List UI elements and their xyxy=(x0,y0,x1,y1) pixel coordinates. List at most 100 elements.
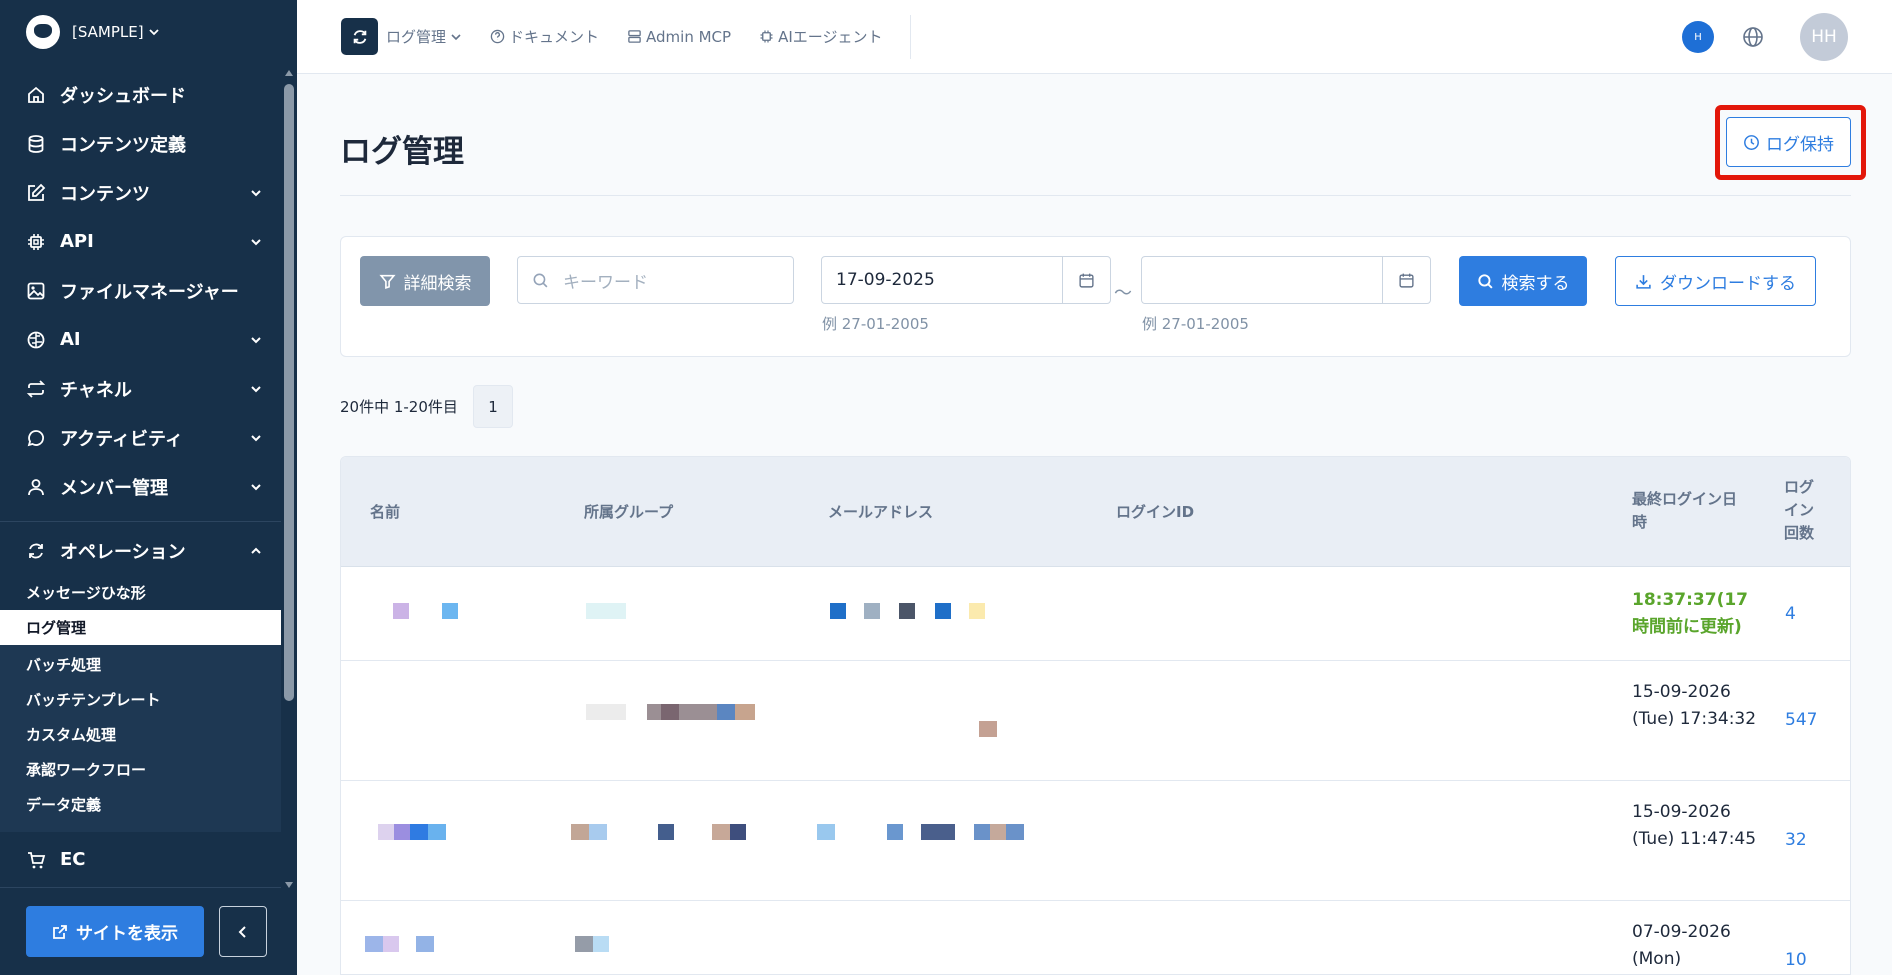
chevron-down-icon xyxy=(249,186,263,200)
user-icon xyxy=(26,477,46,497)
sidebar-item-ec[interactable]: EC xyxy=(0,832,297,887)
sidebar-item-dashboard[interactable]: ダッシュボード xyxy=(0,70,297,119)
home-icon xyxy=(26,85,46,105)
login-count-link[interactable]: 10 xyxy=(1785,947,1807,974)
scroll-down-arrow-icon[interactable] xyxy=(285,882,293,888)
sidebar-item-content-definition[interactable]: コンテンツ定義 xyxy=(0,119,297,168)
sidebar-subitem-message-template[interactable]: メッセージひな形 xyxy=(0,575,297,610)
login-count-link[interactable]: 32 xyxy=(1785,827,1807,854)
chip-icon xyxy=(26,232,46,252)
chevron-down-icon xyxy=(249,480,263,494)
collapse-sidebar-button[interactable] xyxy=(219,906,267,957)
sidebar-item-members[interactable]: メンバー管理 xyxy=(0,462,297,511)
chevron-down-icon xyxy=(249,431,263,445)
calendar-icon xyxy=(1399,273,1414,288)
sidebar: [SAMPLE] ダッシュボード コンテンツ定義 コンテンツ API ファイルマ… xyxy=(0,0,297,975)
column-header-login-id[interactable]: ログインID xyxy=(1116,501,1194,524)
sidebar-scrollbar[interactable] xyxy=(281,64,297,894)
topbar-current-menu[interactable]: ログ管理 xyxy=(386,26,462,47)
topbar-docs-link[interactable]: ドキュメント xyxy=(490,26,599,47)
chevron-left-icon xyxy=(238,925,246,938)
sidebar-subitem-log-management[interactable]: ログ管理 xyxy=(0,610,281,645)
column-header-name[interactable]: 名前 xyxy=(370,501,400,524)
scrollbar-thumb[interactable] xyxy=(284,84,294,701)
keyword-search-input[interactable]: キーワード xyxy=(517,256,794,304)
sidebar-item-channel[interactable]: チャネル xyxy=(0,364,297,413)
sidebar-subitem-approval-workflow[interactable]: 承認ワークフロー xyxy=(0,752,281,787)
image-icon xyxy=(26,281,46,301)
date-to-calendar-button[interactable] xyxy=(1382,257,1430,303)
column-header-last-login[interactable]: 最終ログイン日時 xyxy=(1632,488,1750,534)
search-button[interactable]: 検索する xyxy=(1459,256,1587,306)
search-filter-panel: 詳細検索 キーワード 17-09-2025 例 27-01-2005 ～ 例 2… xyxy=(340,236,1851,357)
sidebar-subgroup: バッチ処理 バッチテンプレート カスタム処理 承認ワークフロー データ定義 xyxy=(0,645,281,832)
topbar-separator xyxy=(910,14,912,59)
keyword-placeholder: キーワード xyxy=(563,272,648,293)
table-row[interactable]: 07-09-2026 (Mon) 10 xyxy=(341,901,1850,974)
redacted-group xyxy=(571,824,589,840)
table-row[interactable]: 18:37:37(17時間前に更新) 4 xyxy=(341,568,1850,661)
last-login-cell: 15-09-2026 (Tue) 17:34:32 xyxy=(1632,682,1757,729)
column-header-login-count[interactable]: ログイン回数 xyxy=(1784,476,1820,545)
user-avatar[interactable]: HH xyxy=(1800,13,1848,61)
project-switcher[interactable]: [SAMPLE] xyxy=(72,23,160,41)
redacted-group xyxy=(712,824,730,840)
date-from-calendar-button[interactable] xyxy=(1062,257,1110,303)
view-site-button[interactable]: サイトを表示 xyxy=(26,906,204,957)
topbar: ログ管理 ドキュメント Admin MCP AIエージェント H HH xyxy=(297,0,1892,74)
redacted-group xyxy=(593,936,609,952)
repeat-icon xyxy=(26,379,46,399)
redacted-email xyxy=(974,824,990,840)
sidebar-item-contents[interactable]: コンテンツ xyxy=(0,168,297,217)
cart-icon xyxy=(26,850,46,870)
table-row[interactable]: 15-09-2026 (Tue) 17:34:32 547 xyxy=(341,661,1850,781)
topbar-app-icon[interactable] xyxy=(341,18,378,55)
sidebar-item-file-manager[interactable]: ファイルマネージャー xyxy=(0,266,297,315)
topbar-ai-agent-link[interactable]: AIエージェント xyxy=(759,26,882,47)
sidebar-item-api[interactable]: API xyxy=(0,217,297,266)
date-to-field[interactable] xyxy=(1141,256,1431,304)
pagination-page-1[interactable]: 1 xyxy=(473,385,513,428)
column-header-group[interactable]: 所属グループ xyxy=(584,501,673,524)
search-icon xyxy=(1477,273,1493,289)
table-row[interactable]: 15-09-2026 (Tue) 11:47:45 32 xyxy=(341,781,1850,901)
sidebar-subitem-batch-template[interactable]: バッチテンプレート xyxy=(0,682,281,717)
sidebar-item-ai[interactable]: AI xyxy=(0,315,297,364)
redacted-email xyxy=(935,603,951,619)
advanced-search-button[interactable]: 詳細検索 xyxy=(360,256,490,306)
sidebar-subitem-data-definition[interactable]: データ定義 xyxy=(0,787,281,822)
column-header-email[interactable]: メールアドレス xyxy=(828,501,933,524)
redacted-email xyxy=(969,603,985,619)
external-link-icon xyxy=(53,924,67,939)
login-count-link[interactable]: 547 xyxy=(1785,707,1817,734)
app-logo[interactable] xyxy=(26,15,60,49)
login-count-link[interactable]: 4 xyxy=(1785,601,1796,628)
log-retention-button[interactable]: ログ保持 xyxy=(1726,117,1851,167)
redacted-email xyxy=(990,824,1006,840)
project-name: [SAMPLE] xyxy=(72,23,144,41)
small-avatar[interactable]: H xyxy=(1682,21,1714,53)
date-range-tilde: ～ xyxy=(1114,283,1132,304)
sidebar-item-operations[interactable]: オペレーション xyxy=(0,526,297,575)
date-from-value: 17-09-2025 xyxy=(836,270,935,290)
page-title: ログ管理 xyxy=(340,134,464,170)
redacted-name xyxy=(410,824,428,840)
redacted-email xyxy=(921,824,955,840)
date-from-field[interactable]: 17-09-2025 xyxy=(821,256,1111,304)
last-login-cell: 07-09-2026 (Mon) xyxy=(1632,922,1731,969)
filter-icon xyxy=(378,274,396,289)
sidebar-footer: サイトを表示 xyxy=(0,887,281,975)
sidebar-subitem-batch[interactable]: バッチ処理 xyxy=(0,647,281,682)
title-divider xyxy=(340,195,1851,196)
globe-icon[interactable] xyxy=(1742,26,1764,48)
chevron-down-icon xyxy=(249,382,263,396)
download-button[interactable]: ダウンロードする xyxy=(1615,256,1816,306)
topbar-admin-mcp-link[interactable]: Admin MCP xyxy=(627,28,731,46)
chevron-down-icon xyxy=(148,29,159,36)
sidebar-subitem-custom-process[interactable]: カスタム処理 xyxy=(0,717,281,752)
redacted-name xyxy=(416,936,434,952)
database-icon xyxy=(26,134,46,154)
sidebar-item-activity[interactable]: アクティビティ xyxy=(0,413,297,462)
scroll-up-arrow-icon[interactable] xyxy=(285,70,293,76)
chevron-up-icon xyxy=(249,544,263,558)
